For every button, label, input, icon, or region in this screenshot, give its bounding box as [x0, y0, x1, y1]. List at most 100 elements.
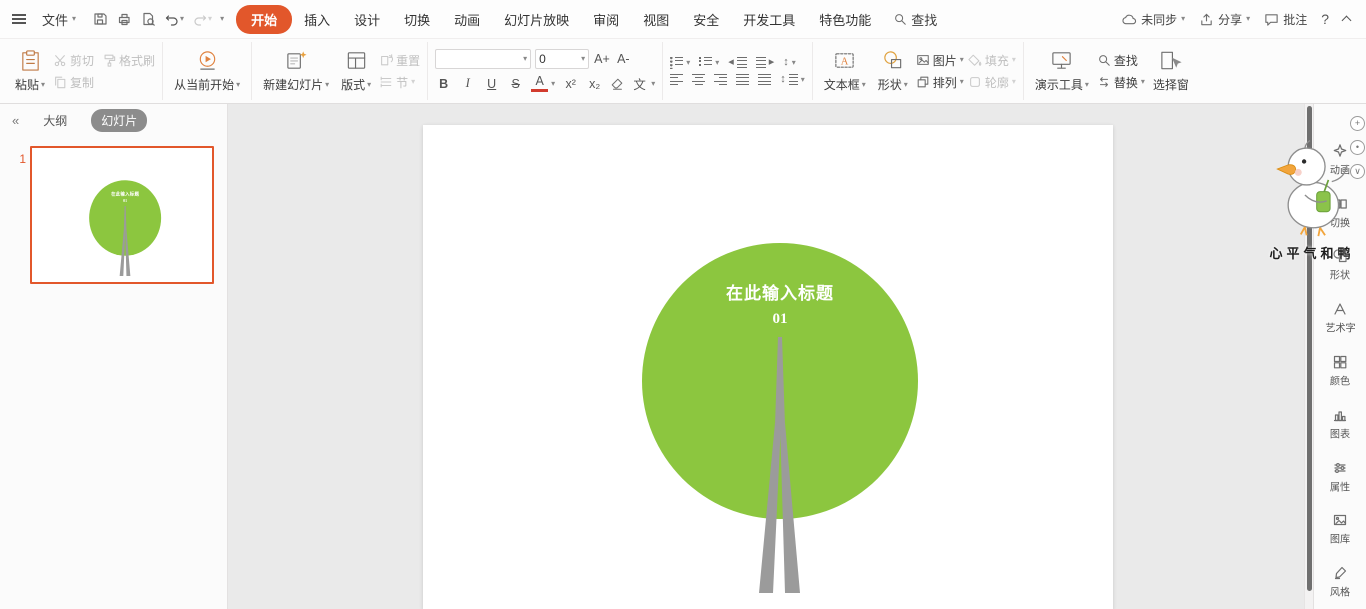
undo-button[interactable]: ▾ [164, 11, 184, 27]
font-color-button[interactable]: A ▾ [531, 74, 555, 92]
tab-devtools[interactable]: 开发工具 [731, 5, 807, 34]
sidebar-item-wordart[interactable]: 艺术字 [1314, 292, 1366, 345]
shapes-button[interactable]: 形状 ▾ [874, 47, 912, 95]
bullets-button[interactable]: ▾ [670, 56, 690, 69]
quick-access-more-icon[interactable]: ▾ [220, 15, 224, 23]
selection-pane-icon [1161, 51, 1183, 70]
numbering-button[interactable]: ▾ [699, 56, 720, 69]
increase-font-button[interactable]: A+ [593, 52, 611, 66]
comments-button[interactable]: 批注 [1264, 11, 1307, 28]
chevron-down-icon: ▾ [411, 77, 416, 86]
sidebar-item-style[interactable]: 风格 [1314, 556, 1366, 609]
find-button[interactable]: 查找 [1097, 52, 1145, 69]
font-size-select[interactable]: 0 ▾ [535, 49, 590, 69]
tab-security[interactable]: 安全 [681, 5, 731, 34]
sidebar-item-properties[interactable]: 属性 [1314, 451, 1366, 504]
chevron-down-icon: ▾ [1140, 77, 1145, 86]
chevron-down-icon: ▾ [861, 79, 866, 89]
distribute-icon[interactable] [758, 73, 772, 86]
selection-pane-button[interactable]: 选择窗 [1149, 47, 1193, 95]
replace-icon [1099, 77, 1108, 87]
sidebar-item-label: 风格 [1329, 587, 1351, 599]
slide-editing-area[interactable] [423, 125, 1113, 609]
align-left-icon[interactable] [670, 73, 684, 86]
tab-home[interactable]: 开始 [236, 4, 293, 34]
font-name-select[interactable]: ▾ [435, 49, 532, 69]
increase-indent-button[interactable]: ▸ [755, 56, 774, 69]
svg-text:A: A [841, 56, 849, 67]
sync-status-button[interactable]: 未同步 ▾ [1121, 11, 1185, 28]
cut-button[interactable]: 剪切 [53, 52, 94, 69]
clear-format-button[interactable] [610, 77, 624, 91]
sidebar-item-colors[interactable]: 颜色 [1314, 345, 1366, 398]
tab-transition[interactable]: 切换 [392, 5, 442, 34]
tab-slideshow[interactable]: 幻灯片放映 [492, 5, 581, 34]
play-from-current-button[interactable]: 从当前开始 ▾ [170, 47, 244, 95]
chevron-down-icon: ▾ [1011, 77, 1016, 86]
reset-button[interactable]: 重置 [379, 52, 420, 69]
chevron-down-icon: ▾ [72, 14, 77, 23]
dot-circle-icon[interactable]: • [1350, 140, 1365, 155]
subscript-button[interactable]: x₂ [586, 77, 603, 91]
strikethrough-button[interactable]: S [507, 77, 524, 91]
decrease-indent-button[interactable]: ◂ [728, 56, 747, 69]
text-direction-button[interactable]: ↕ ▾ [783, 57, 796, 68]
presentation-tools-button[interactable]: 演示工具 ▾ [1031, 47, 1093, 95]
clipboard-group: 粘贴 ▾ 剪切 格式刷 复制 [4, 42, 164, 100]
chevron-down-icon: ▾ [1011, 55, 1016, 64]
tab-design[interactable]: 设计 [342, 5, 392, 34]
ribbon-toolbar: 粘贴 ▾ 剪切 格式刷 复制 从当前开始 ▾ 新建幻灯片 ▾ 版式 ▾ 重置 节… [0, 38, 1366, 104]
text-box-button[interactable]: A 文本框 ▾ [820, 47, 870, 95]
sidebar-item-chart[interactable]: 图表 [1314, 398, 1366, 451]
lines-icon [788, 73, 798, 86]
tab-animation[interactable]: 动画 [442, 5, 492, 34]
collapse-ribbon-icon[interactable] [1341, 15, 1352, 26]
sidebar-item-gallery[interactable]: 图库 [1314, 503, 1366, 556]
align-right-icon[interactable] [714, 73, 728, 86]
tab-outline[interactable]: 大纲 [33, 109, 77, 132]
fill-button[interactable]: 填充 ▾ [968, 52, 1016, 69]
decrease-font-button[interactable]: A- [615, 52, 632, 66]
tab-review[interactable]: 审阅 [581, 5, 631, 34]
outline-icon [969, 77, 980, 87]
justify-icon[interactable] [736, 73, 750, 86]
slide-thumbnail[interactable] [30, 146, 214, 284]
underline-button[interactable]: U [483, 77, 500, 91]
line-spacing-button[interactable]: ↕ ▾ [780, 73, 805, 86]
superscript-button[interactable]: x² [562, 77, 579, 91]
find-tab[interactable]: 查找 [883, 5, 947, 34]
collapse-panel-icon[interactable]: « [12, 113, 19, 128]
chevron-down-icon: ▾ [959, 55, 964, 64]
new-slide-button[interactable]: 新建幻灯片 ▾ [259, 47, 333, 95]
outline-button[interactable]: 轮廓 ▾ [968, 74, 1016, 91]
replace-button[interactable]: 替换 ▾ [1097, 74, 1145, 91]
help-button[interactable]: ? [1321, 11, 1329, 27]
picture-button[interactable]: 图片 ▾ [916, 52, 964, 69]
plus-circle-icon[interactable]: + [1350, 116, 1365, 131]
redo-button[interactable]: ▾ [192, 11, 212, 27]
tab-slides[interactable]: 幻灯片 [91, 108, 148, 132]
file-menu-button[interactable]: 文件 ▾ [34, 6, 84, 33]
share-button[interactable]: 分享 ▾ [1199, 11, 1250, 28]
save-button[interactable] [92, 11, 108, 27]
sidebar-item-label: 图库 [1329, 534, 1351, 546]
pinyin-button[interactable]: 文 ▾ [631, 74, 655, 93]
align-center-icon[interactable] [692, 73, 706, 86]
section-icon [380, 76, 392, 88]
tab-view[interactable]: 视图 [631, 5, 681, 34]
section-button[interactable]: 节 ▾ [379, 74, 420, 91]
layout-button[interactable]: 版式 ▾ [337, 47, 375, 95]
print-button[interactable] [116, 11, 132, 27]
tab-insert[interactable]: 插入 [292, 5, 342, 34]
paste-button[interactable]: 粘贴 ▾ [11, 47, 49, 95]
print-preview-button[interactable] [140, 11, 156, 27]
chevron-down-icon: ▾ [715, 57, 720, 67]
hamburger-menu-icon[interactable] [12, 14, 26, 16]
chevron-down-circle-icon[interactable]: ∨ [1350, 164, 1365, 179]
format-painter-button[interactable]: 格式刷 [102, 52, 155, 69]
tab-features[interactable]: 特色功能 [807, 5, 883, 34]
bold-button[interactable]: B [435, 77, 452, 91]
italic-button[interactable]: I [459, 76, 476, 91]
copy-button[interactable]: 复制 [53, 74, 94, 91]
arrange-button[interactable]: 排列 ▾ [916, 74, 964, 91]
